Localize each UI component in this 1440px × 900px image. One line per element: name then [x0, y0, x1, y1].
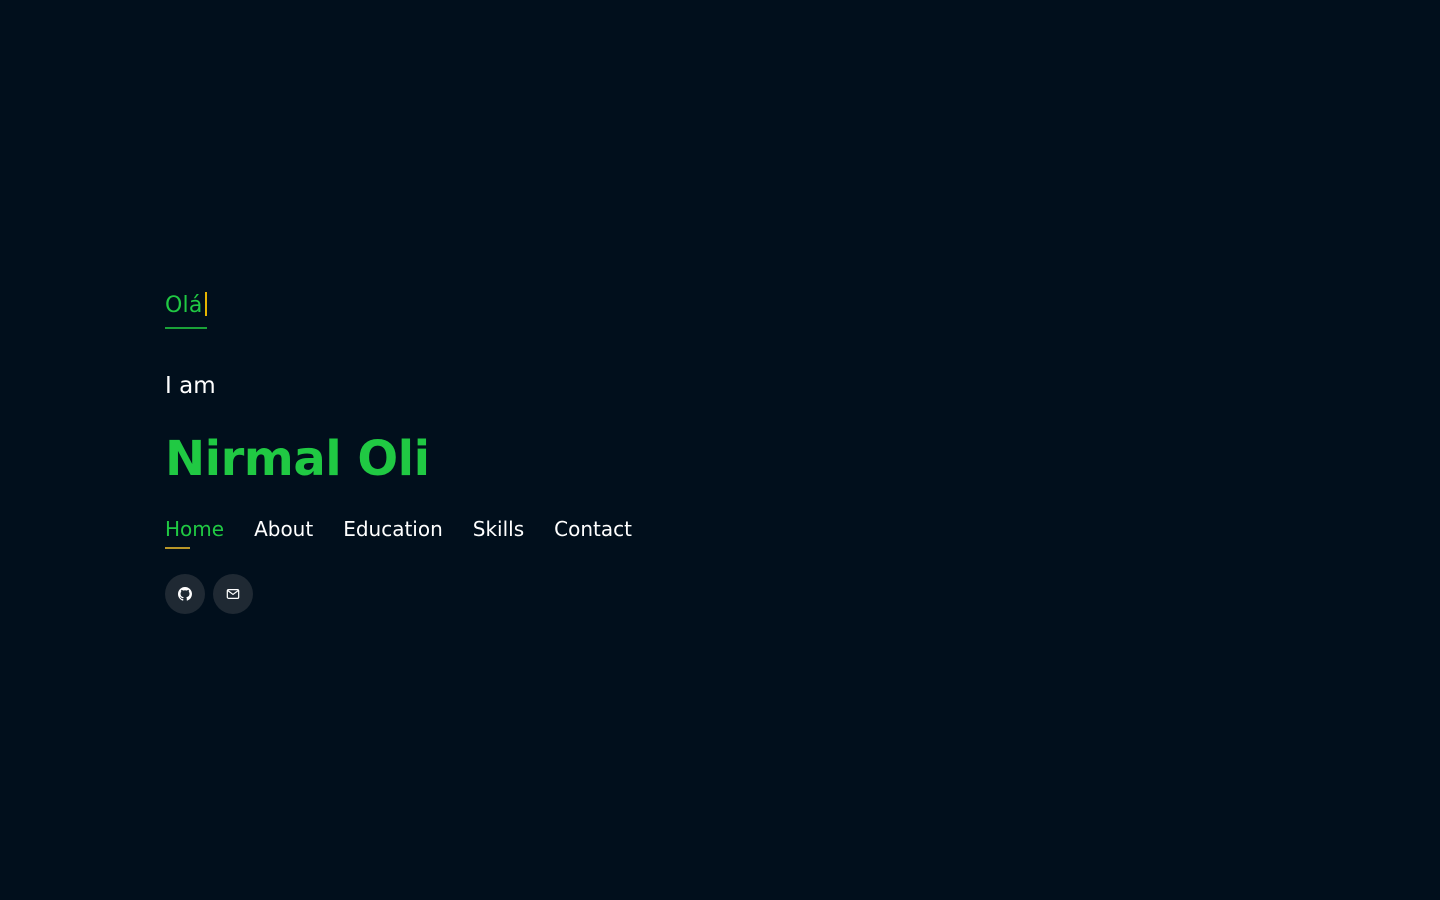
github-icon [178, 587, 192, 601]
page: Olá I am Nirmal Oli Home About Education… [0, 0, 1440, 900]
hero-section: Olá I am Nirmal Oli Home About Education… [165, 289, 662, 614]
greeting: Olá [165, 289, 207, 329]
nav-item-education[interactable]: Education [343, 515, 443, 543]
intro-text: I am [165, 373, 216, 399]
social-links [165, 574, 662, 614]
nav-item-home[interactable]: Home [165, 515, 224, 549]
greeting-text: Olá [165, 293, 203, 318]
mail-icon [226, 589, 240, 599]
nav-item-about[interactable]: About [254, 515, 313, 543]
hero-name: Nirmal Oli [165, 431, 430, 487]
typing-cursor [204, 292, 207, 316]
nav-item-contact[interactable]: Contact [554, 515, 632, 543]
github-button[interactable] [165, 574, 205, 614]
main-nav: Home About Education Skills Contact [165, 515, 662, 549]
nav-item-skills[interactable]: Skills [473, 515, 524, 543]
mail-button[interactable] [213, 574, 253, 614]
